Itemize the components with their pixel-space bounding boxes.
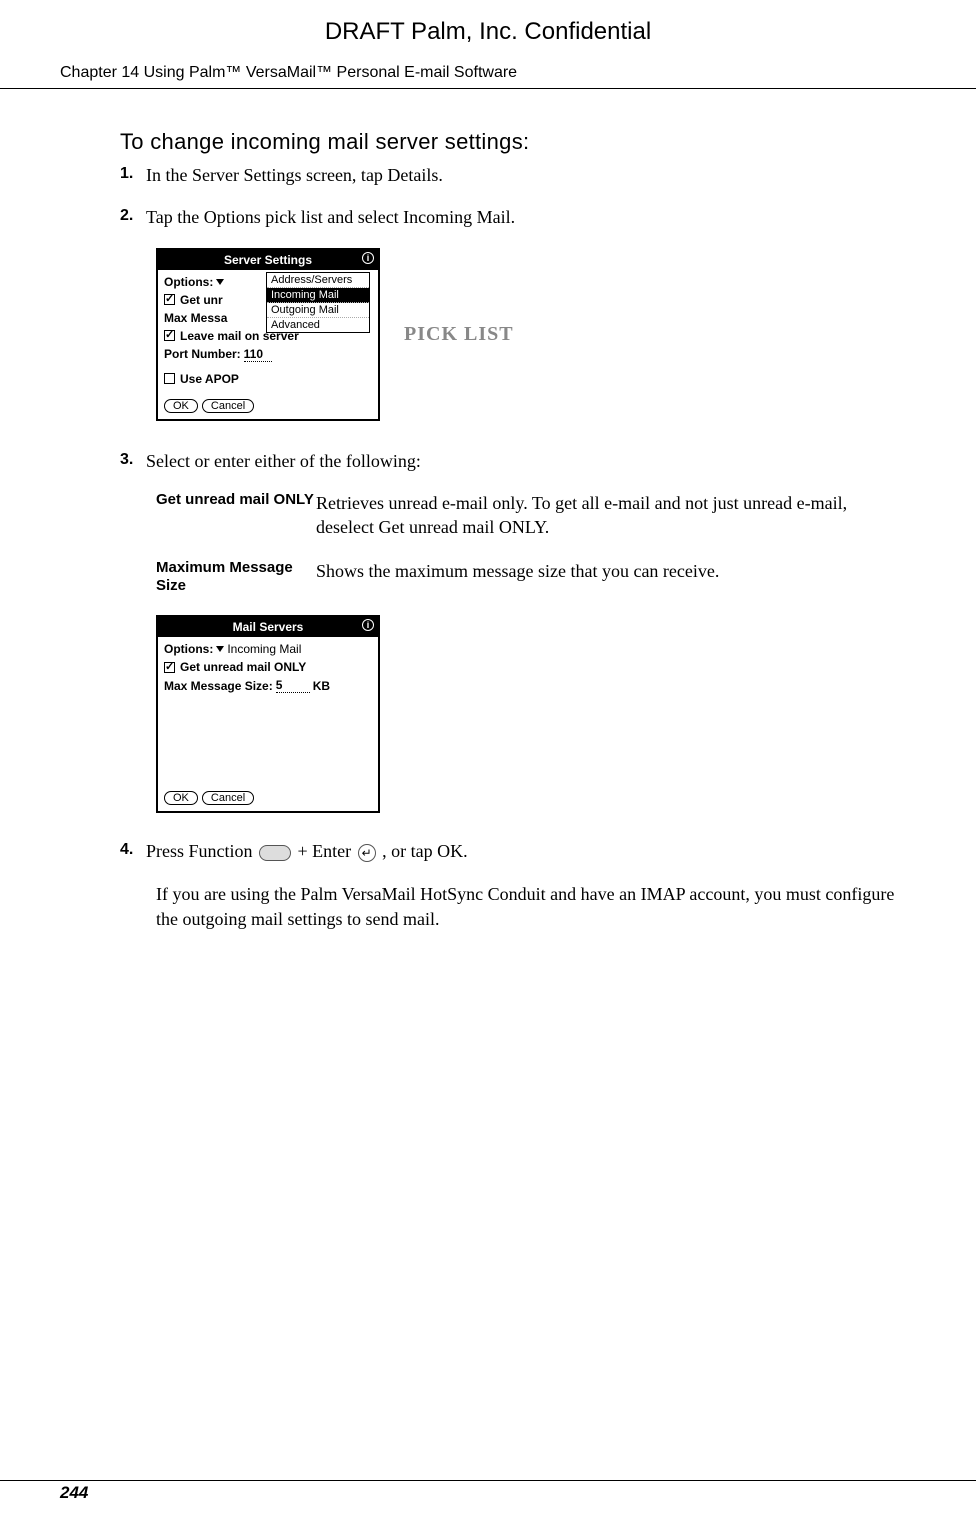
step-4-note: If you are using the Palm VersaMail HotS…	[156, 882, 896, 932]
figure-1-row: Server Settings i Options: Address/Serve…	[156, 248, 896, 421]
info-icon: i	[362, 619, 374, 631]
cancel-button: Cancel	[202, 399, 254, 413]
step-text: In the Server Settings screen, tap Detai…	[146, 163, 896, 187]
screenshot-buttons: OK Cancel	[158, 787, 378, 811]
checkbox-icon	[164, 662, 175, 673]
step-text: Tap the Options pick list and select Inc…	[146, 205, 896, 229]
page-number: 244	[60, 1483, 88, 1502]
step-number: 1.	[120, 163, 146, 187]
dropdown-option-incoming: Incoming Mail	[267, 288, 369, 303]
step-text: Select or enter either of the following:	[146, 449, 896, 473]
port-number-value: 110	[244, 347, 272, 362]
step4-text-b: + Enter	[298, 841, 356, 861]
definition-row: Maximum Message Size Shows the maximum m…	[156, 559, 896, 595]
step4-text-c: , or tap OK.	[382, 841, 467, 861]
checkbox-icon	[164, 294, 175, 305]
dropdown-option-advanced: Advanced	[267, 318, 369, 332]
definitions-table: Get unread mail ONLY Retrieves unread e-…	[156, 491, 896, 596]
use-apop-label: Use APOP	[180, 372, 239, 386]
dropdown-option-outgoing: Outgoing Mail	[267, 303, 369, 318]
step-3: 3. Select or enter either of the followi…	[120, 449, 896, 473]
screenshot-body: Options: Address/Servers Incoming Mail O…	[158, 270, 378, 395]
screenshot-title: Mail Servers	[233, 620, 304, 634]
screenshot-server-settings: Server Settings i Options: Address/Serve…	[156, 248, 380, 421]
main-content: To change incoming mail server settings:…	[0, 129, 976, 932]
max-message-label: Max Messa	[164, 311, 227, 325]
step-number: 4.	[120, 839, 146, 863]
step4-text-a: Press Function	[146, 841, 257, 861]
screenshot-buttons: OK Cancel	[158, 395, 378, 419]
draft-confidential-header: DRAFT Palm, Inc. Confidential	[0, 0, 976, 64]
options-value: Incoming Mail	[227, 642, 301, 656]
screenshot-titlebar: Mail Servers i	[158, 617, 378, 637]
step-text: Press Function + Enter ↵ , or tap OK.	[146, 839, 896, 863]
max-message-size-row: Max Message Size: 5 KB	[164, 678, 372, 693]
step-4: 4. Press Function + Enter ↵ , or tap OK.	[120, 839, 896, 863]
cancel-button: Cancel	[202, 791, 254, 805]
dropdown-arrow-icon	[216, 279, 224, 285]
dropdown-option-address: Address/Servers	[267, 273, 369, 288]
options-row: Options: Incoming Mail	[164, 642, 372, 656]
chapter-header: Chapter 14 Using Palm™ VersaMail™ Person…	[0, 64, 976, 89]
max-message-size-value: 5	[276, 678, 310, 693]
options-label: Options:	[164, 642, 213, 656]
options-dropdown: Address/Servers Incoming Mail Outgoing M…	[266, 272, 370, 333]
step-number: 2.	[120, 205, 146, 229]
section-title: To change incoming mail server settings:	[120, 129, 896, 155]
max-message-size-label: Max Message Size:	[164, 679, 273, 693]
screenshot-body: Options: Incoming Mail Get unread mail O…	[158, 637, 378, 787]
enter-key-icon: ↵	[358, 844, 376, 862]
page-footer: 244	[0, 1480, 976, 1503]
definition-term: Maximum Message Size	[156, 559, 316, 595]
port-number-label: Port Number:	[164, 347, 241, 361]
step-2: 2. Tap the Options pick list and select …	[120, 205, 896, 229]
use-apop-row: Use APOP	[164, 372, 372, 386]
function-key-icon	[259, 845, 291, 861]
screenshot-titlebar: Server Settings i	[158, 250, 378, 270]
get-unread-label: Get unread mail ONLY	[180, 660, 306, 674]
options-label: Options:	[164, 275, 213, 289]
info-icon: i	[362, 252, 374, 264]
checkbox-icon	[164, 330, 175, 341]
checkbox-icon	[164, 373, 175, 384]
definition-term: Get unread mail ONLY	[156, 491, 316, 540]
pick-list-callout: PICK LIST	[404, 323, 514, 346]
screenshot-title: Server Settings	[224, 253, 312, 267]
step-1: 1. In the Server Settings screen, tap De…	[120, 163, 896, 187]
figure-2: Mail Servers i Options: Incoming Mail Ge…	[156, 615, 896, 813]
ok-button: OK	[164, 399, 198, 413]
max-message-size-unit: KB	[313, 679, 330, 693]
definition-description: Shows the maximum message size that you …	[316, 559, 896, 595]
screenshot-mail-servers: Mail Servers i Options: Incoming Mail Ge…	[156, 615, 380, 813]
step-number: 3.	[120, 449, 146, 473]
definition-row: Get unread mail ONLY Retrieves unread e-…	[156, 491, 896, 540]
dropdown-arrow-icon	[216, 646, 224, 652]
get-unread-label: Get unr	[180, 293, 223, 307]
definition-description: Retrieves unread e-mail only. To get all…	[316, 491, 896, 540]
get-unread-row: Get unread mail ONLY	[164, 660, 372, 674]
ok-button: OK	[164, 791, 198, 805]
port-number-row: Port Number: 110	[164, 347, 372, 362]
